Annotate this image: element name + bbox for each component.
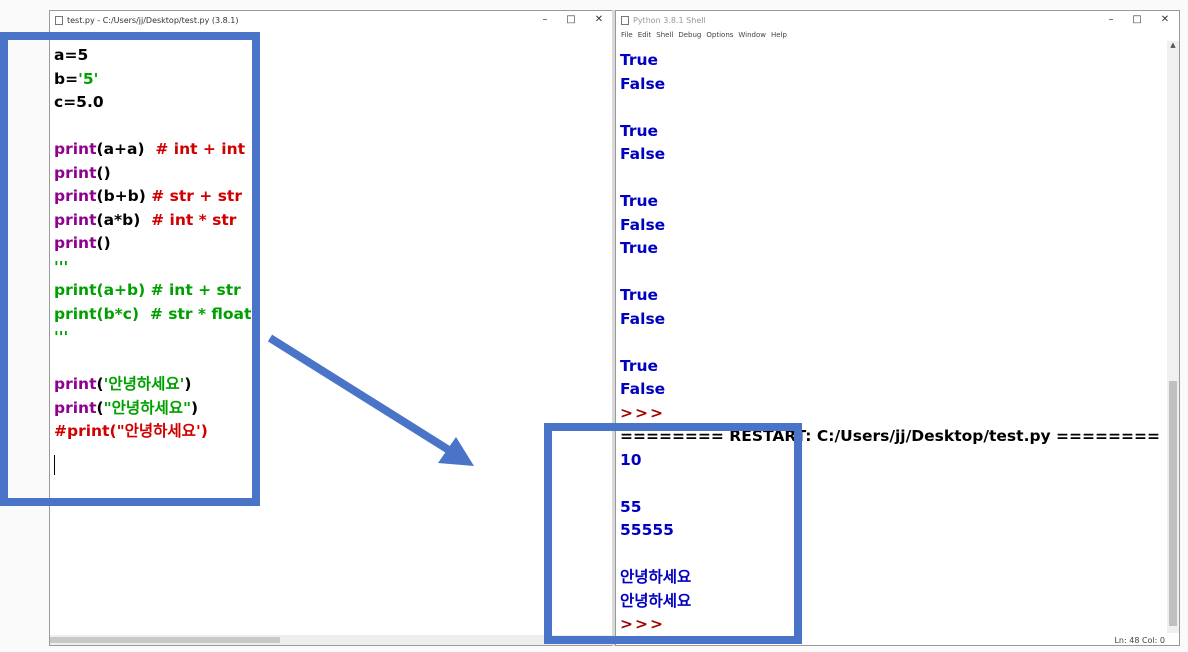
- annotation-arrow-icon: [267, 334, 474, 466]
- screen: test.py - C:/Users/jj/Desktop/test.py (3…: [0, 0, 1188, 652]
